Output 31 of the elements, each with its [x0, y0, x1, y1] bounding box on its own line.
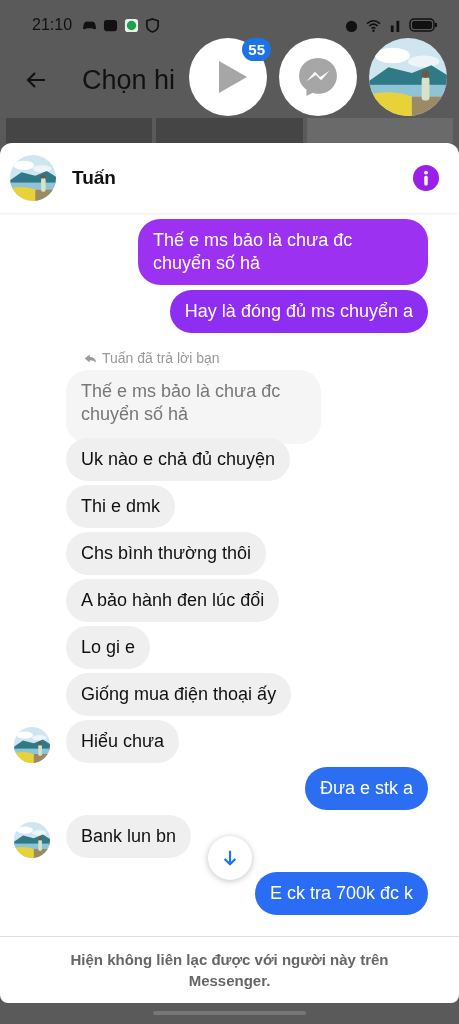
received-message: Uk nào e chả đủ chuyện [66, 438, 291, 481]
contact-name: Tuấn [72, 167, 116, 189]
reply-note: Tuấn đã trả lời bạn [102, 350, 220, 366]
shield-icon [145, 17, 161, 33]
screen-title: Chọn hi [82, 64, 176, 96]
unavailable-notice: Hiện không liên lạc được với người này trên Messenger. [69, 950, 390, 991]
down-arrow-icon [221, 849, 239, 867]
received-message: Chs bình thường thôi [66, 532, 266, 575]
app-icon [103, 17, 119, 33]
received-message: Bank lun bn [66, 815, 192, 858]
quoted-message: Thế e ms bảo là chưa đc chuyển số hả [66, 370, 321, 444]
received-message: Hiểu chưa [66, 720, 180, 763]
received-message: A bảo hành đen lúc đổi [66, 579, 280, 622]
received-message: Thi e dmk [66, 485, 176, 528]
app-icon [124, 17, 140, 33]
info-icon[interactable] [413, 165, 439, 191]
wifi-icon [365, 17, 382, 33]
thumbnail[interactable] [156, 118, 303, 143]
thumbnail[interactable] [306, 118, 453, 143]
sent-message: Đưa e stk a [304, 767, 428, 810]
unread-badge: 55 [242, 38, 271, 61]
sent-message: Thế e ms bảo là chưa đc chuyển số hả [138, 219, 428, 285]
sent-message: E ck tra 700k đc k [254, 872, 428, 915]
sent-message: Hay là đóng đủ ms chuyển a [169, 290, 428, 333]
battery-icon [409, 18, 437, 32]
scroll-down-button[interactable] [208, 836, 252, 880]
status-time: 21:10 [32, 16, 73, 34]
received-message: Giống mua điện thoại ấy [66, 673, 292, 716]
messenger-icon [297, 56, 339, 98]
received-message: Lo gi e [66, 626, 151, 669]
thumbnail[interactable] [6, 118, 153, 143]
